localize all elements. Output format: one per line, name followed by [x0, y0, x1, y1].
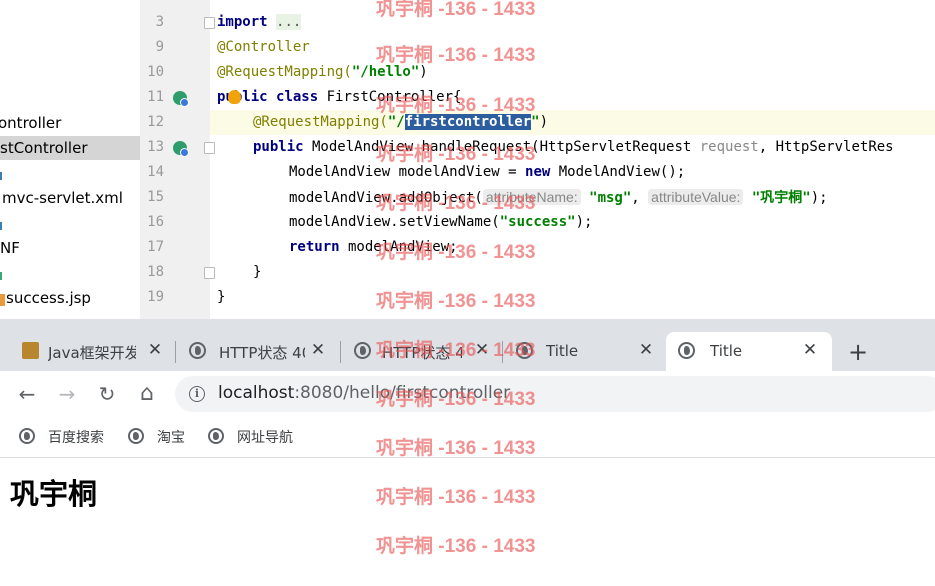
- code-line: @RequestMapping("/hello"): [217, 64, 428, 80]
- close-icon[interactable]: ✕: [635, 339, 657, 361]
- tab-title-active[interactable]: Title ✕: [666, 332, 832, 371]
- code-line-current: @RequestMapping("/firstcontroller"): [210, 110, 935, 135]
- watermark-text: 巩宇桐 -136 - 1433: [376, 536, 536, 557]
- address-bar[interactable]: i localhost:8080/hello/firstcontroller: [175, 376, 935, 412]
- code-line: import ...: [217, 14, 302, 30]
- line-number: 12: [147, 114, 164, 130]
- code-line: public ModelAndView handleRequest(HttpSe…: [253, 139, 894, 155]
- watermark-text: 巩宇桐 -136 - 1433: [376, 0, 536, 20]
- code-line: public class FirstController{: [217, 89, 462, 105]
- project-tree: ontroller stController mvc-servlet.xml N…: [0, 0, 140, 319]
- tab-http-status-1[interactable]: HTTP状态 40 ✕: [177, 332, 337, 371]
- tree-item-web-inf[interactable]: NF: [0, 236, 140, 260]
- code-line: @Controller: [217, 39, 310, 55]
- tab-title: Java框架开发: [48, 344, 136, 362]
- globe-icon: [128, 428, 144, 444]
- line-number: 15: [147, 189, 164, 205]
- java-favicon-icon: [22, 342, 39, 359]
- folded-imports[interactable]: ...: [276, 14, 302, 30]
- close-icon[interactable]: ✕: [307, 339, 329, 361]
- code-line: }: [253, 264, 262, 280]
- new-tab-button[interactable]: +: [844, 338, 872, 366]
- page-content: 巩宇桐: [0, 458, 935, 586]
- tab-title: Title: [710, 342, 743, 360]
- tree-item-controller[interactable]: ontroller: [0, 111, 140, 135]
- bean-gutter-icon[interactable]: [173, 91, 189, 107]
- tab-java[interactable]: Java框架开发 ✕: [10, 332, 170, 371]
- watermark-text: 巩宇桐 -136 - 1433: [376, 291, 536, 312]
- line-number: 17: [147, 239, 164, 255]
- page-heading: 巩宇桐: [10, 477, 98, 511]
- watermark-text: 巩宇桐 -136 - 1433: [376, 193, 536, 214]
- watermark-text: 巩宇桐 -136 - 1433: [376, 95, 536, 116]
- close-icon[interactable]: ✕: [144, 339, 166, 361]
- folder-icon: [0, 172, 8, 180]
- code-line: }: [217, 289, 226, 305]
- bookmark-nav[interactable]: 网址导航: [208, 427, 308, 447]
- globe-icon: [19, 428, 35, 444]
- tab-separator: [175, 341, 176, 363]
- globe-icon: [189, 342, 206, 359]
- bookmark-baidu[interactable]: 百度搜索: [19, 427, 119, 447]
- site-info-icon[interactable]: i: [189, 386, 205, 402]
- parameter-hint: attributeValue:: [648, 189, 744, 205]
- tree-item-label: ontroller: [0, 114, 62, 132]
- line-number: 19: [147, 289, 164, 305]
- request-mapping-gutter-icon[interactable]: [173, 141, 189, 157]
- code-editor[interactable]: import ... @Controller @RequestMapping("…: [210, 0, 935, 319]
- globe-icon: [678, 342, 695, 359]
- watermark-text: 巩宇桐 -136 - 1433: [376, 389, 536, 410]
- watermark-text: 巩宇桐 -136 - 1433: [376, 242, 536, 263]
- tab-separator: [340, 341, 341, 363]
- tree-item-label: success.jsp: [6, 289, 91, 307]
- jsp-file-icon: [0, 294, 5, 306]
- line-number: 13: [147, 139, 164, 155]
- watermark-text: 巩宇桐 -136 - 1433: [376, 144, 536, 165]
- tree-item-mvc-servlet-xml[interactable]: mvc-servlet.xml: [0, 186, 140, 210]
- line-number: 16: [147, 214, 164, 230]
- folder-icon: [0, 222, 8, 230]
- watermark-text: 巩宇桐 -136 - 1433: [376, 487, 536, 508]
- watermark-text: 巩宇桐 -136 - 1433: [376, 340, 536, 361]
- watermark-text: 巩宇桐 -136 - 1433: [376, 45, 536, 66]
- tab-title: Title: [546, 342, 579, 360]
- line-number: 14: [147, 164, 164, 180]
- watermark-text: 巩宇桐 -136 - 1433: [376, 438, 536, 459]
- bookmark-label: 网址导航: [237, 430, 293, 446]
- tree-item-label: mvc-servlet.xml: [2, 189, 123, 207]
- line-number: 10: [147, 64, 164, 80]
- line-number: 9: [155, 39, 164, 55]
- line-number: 18: [147, 264, 164, 280]
- tree-item-label: NF: [0, 239, 20, 257]
- bookmark-label: 淘宝: [157, 430, 185, 446]
- folder-icon: [0, 272, 8, 280]
- forward-button[interactable]: →: [52, 379, 82, 409]
- reload-button[interactable]: ↻: [92, 379, 122, 409]
- globe-icon: [208, 428, 224, 444]
- tree-item-success-jsp[interactable]: success.jsp: [0, 286, 140, 310]
- bookmark-label: 百度搜索: [48, 430, 104, 446]
- intention-bulb-icon[interactable]: [228, 90, 241, 104]
- close-icon[interactable]: ✕: [799, 339, 821, 361]
- line-number: 11: [147, 89, 164, 105]
- tab-title: HTTP状态 40: [219, 344, 305, 362]
- back-button[interactable]: ←: [12, 379, 42, 409]
- home-button[interactable]: ⌂: [132, 379, 162, 409]
- tree-item-label: stController: [0, 139, 88, 157]
- line-number: 3: [155, 14, 164, 30]
- globe-icon: [354, 342, 371, 359]
- bookmark-taobao[interactable]: 淘宝: [128, 427, 198, 447]
- tree-item-first-controller[interactable]: stController: [0, 136, 140, 160]
